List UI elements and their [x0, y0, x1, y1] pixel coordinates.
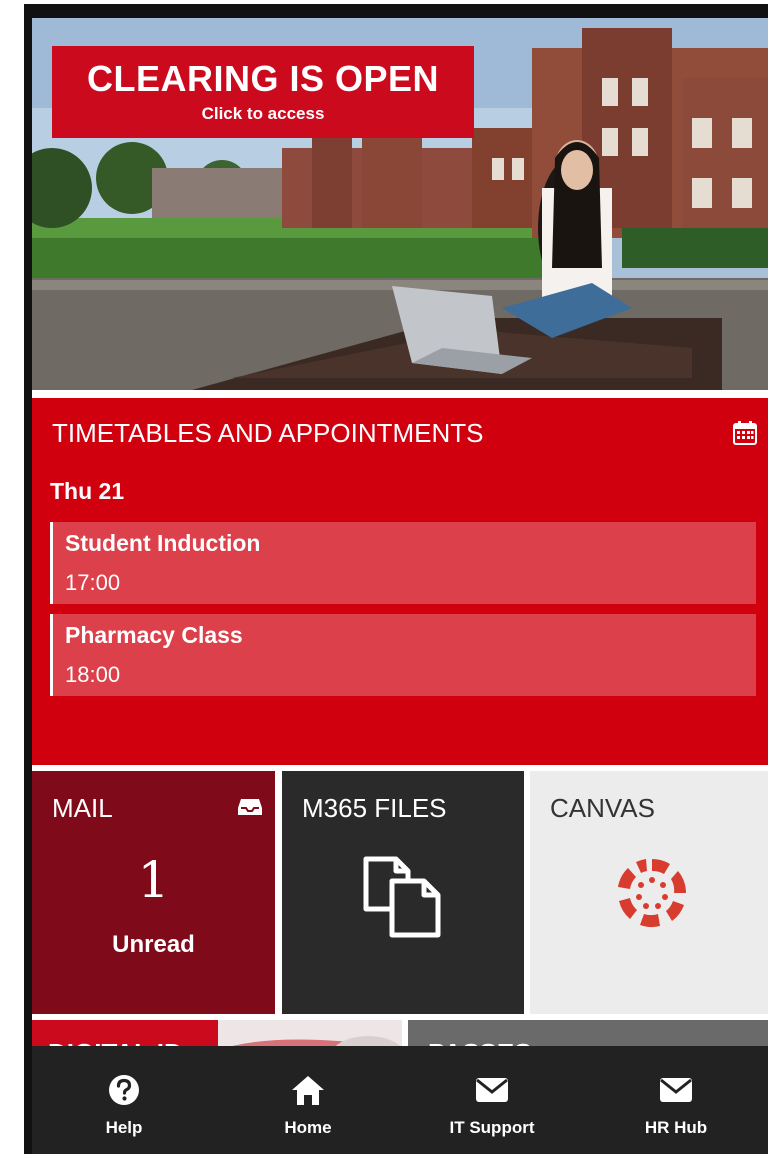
- mail-icon: [660, 1078, 692, 1102]
- event-time: 17:00: [65, 570, 121, 595]
- promo-title: CLEARING IS OPEN: [86, 58, 440, 99]
- unread-count: 1: [137, 851, 170, 909]
- nav-help-label: Help: [105, 1118, 143, 1137]
- event-name: Student Induction: [65, 530, 261, 556]
- files-icon: [363, 856, 441, 938]
- help-icon: [109, 1075, 139, 1105]
- inbox-icon: [238, 799, 262, 815]
- canvas-logo-icon: [618, 858, 687, 928]
- promo-subtitle: Click to access: [201, 104, 325, 123]
- clearing-promo-box[interactable]: CLEARING IS OPEN Click to access: [52, 46, 474, 138]
- nav-it-support[interactable]: IT Support: [400, 1046, 584, 1154]
- mail-tile-label: MAIL: [52, 793, 113, 823]
- device-frame: CLEARING IS OPEN Click to access TIMETAB…: [24, 4, 768, 1154]
- nav-home[interactable]: Home: [216, 1046, 400, 1154]
- timetable-title: TIMETABLES AND APPOINTMENTS: [52, 418, 484, 448]
- event-item[interactable]: Student Induction 17:00: [50, 522, 756, 604]
- nav-it-support-label: IT Support: [449, 1118, 535, 1137]
- nav-home-label: Home: [284, 1118, 332, 1137]
- nav-hr-hub[interactable]: HR Hub: [584, 1046, 768, 1154]
- nav-hr-hub-label: HR Hub: [644, 1118, 708, 1137]
- home-icon: [292, 1076, 324, 1105]
- files-tile-label: M365 FILES: [302, 793, 447, 823]
- timetable-tile[interactable]: TIMETABLES AND APPOINTMENTS Thu 21 Stude…: [32, 398, 768, 765]
- mail-tile[interactable]: MAIL 1 Unread: [32, 771, 275, 1014]
- event-time: 18:00: [65, 662, 121, 687]
- clearing-banner[interactable]: CLEARING IS OPEN Click to access: [32, 18, 768, 390]
- unread-label: Unread: [112, 931, 195, 958]
- event-name: Pharmacy Class: [65, 622, 243, 648]
- canvas-tile-label: CANVAS: [550, 793, 655, 823]
- timetable-day: Thu 21: [50, 478, 125, 504]
- bottom-nav: Help Home IT Support HR Hub: [32, 1046, 768, 1154]
- calendar-icon: [733, 421, 757, 445]
- canvas-tile[interactable]: CANVAS: [530, 771, 768, 1014]
- event-item[interactable]: Pharmacy Class 18:00: [50, 614, 756, 696]
- mail-icon: [476, 1078, 508, 1102]
- m365-files-tile[interactable]: M365 FILES: [282, 771, 524, 1014]
- app-screen: CLEARING IS OPEN Click to access TIMETAB…: [32, 18, 768, 1154]
- nav-help[interactable]: Help: [32, 1046, 216, 1154]
